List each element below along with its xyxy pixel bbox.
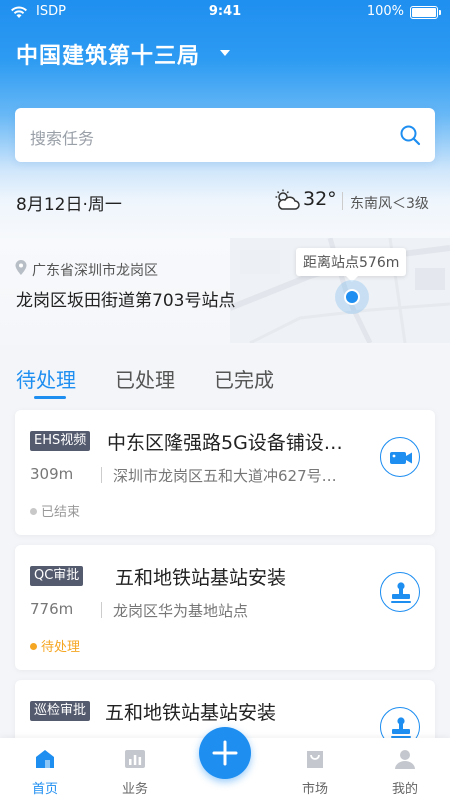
user-icon [395,750,415,769]
task-title: 五和地铁站基站安装 [105,702,277,724]
location-pin-icon [15,260,27,275]
task-type-tag: QC审批 [30,566,84,586]
tab-pending[interactable]: 待处理 [16,364,76,393]
task-title: 五和地铁站基站安装 [115,567,287,589]
task-location: 龙岗区华为基地站点 [113,602,249,620]
task-distance: 309m [30,465,74,483]
task-card[interactable]: EHS视频 中东区隆强路5G设备铺设… 309m 深圳市龙岗区五和大道冲627号… [15,410,435,535]
status-dot [30,508,37,515]
battery-icon [410,6,441,19]
location-panel[interactable]: 广东省深圳市龙岗区 龙岗区坂田街道第703号站点 距离站点576m [0,238,450,343]
current-location-marker [335,280,369,314]
caret-down-icon[interactable] [220,50,230,56]
task-tabs: 待处理 已处理 已完成 [0,360,450,400]
divider [101,602,102,618]
task-location: 深圳市龙岗区五和大道冲627号… [113,467,337,485]
shopping-bag-icon [307,751,323,768]
nav-business[interactable]: 业务 [90,738,180,800]
wind-label: 东南风＜3级 [350,196,429,212]
search-placeholder: 搜索任务 [30,129,95,148]
tab-processed[interactable]: 已处理 [115,364,175,393]
task-card[interactable]: QC审批 五和地铁站基站安装 776m 龙岗区华为基地站点 待处理 [15,545,435,670]
date-label: 8月12日·周一 [16,195,122,215]
nav-label: 我的 [391,782,418,797]
nav-label: 市场 [301,782,328,797]
task-status-label: 已结束 [41,505,81,520]
temperature: 32° [303,188,337,210]
add-button[interactable] [199,727,251,779]
nav-home[interactable]: 首页 [0,738,90,800]
video-call-button[interactable] [380,437,420,477]
region-label: 广东省深圳市龙岗区 [32,263,158,279]
status-bar: ISDP 9:41 100% [0,0,450,24]
org-selector[interactable]: 中国建筑第十三局 [16,38,200,70]
search-icon[interactable] [399,124,421,146]
battery-percent: 100% [366,4,404,19]
video-camera-icon [390,452,412,464]
task-type-tag: EHS视频 [30,431,91,451]
task-status-label: 待处理 [41,640,81,655]
distance-tooltip: 距离站点576m [296,248,407,282]
plus-icon [212,740,238,766]
nav-profile[interactable]: 我的 [360,738,450,800]
nav-market[interactable]: 市场 [270,738,360,800]
task-title: 中东区隆强路5G设备铺设… [107,432,343,454]
task-status: 待处理 [30,636,80,655]
task-status: 已结束 [30,501,80,520]
task-distance: 776m [30,600,74,618]
partly-cloudy-icon [275,189,300,210]
nav-label: 业务 [121,782,148,797]
chart-icon [125,750,145,768]
approve-button[interactable] [380,572,420,612]
divider [101,467,102,483]
nav-label: 首页 [31,782,58,797]
status-dot [30,643,37,650]
tab-indicator [34,396,66,399]
home-icon [36,750,54,768]
tab-completed[interactable]: 已完成 [214,364,274,393]
search-input[interactable]: 搜索任务 [15,108,435,162]
info-bar: 8月12日·周一 32° 东南风＜3级 [0,187,450,217]
divider [342,192,343,210]
site-address: 龙岗区坂田街道第703号站点 [16,291,236,311]
stamp-icon [391,582,411,603]
task-type-tag: 巡检审批 [30,701,91,721]
